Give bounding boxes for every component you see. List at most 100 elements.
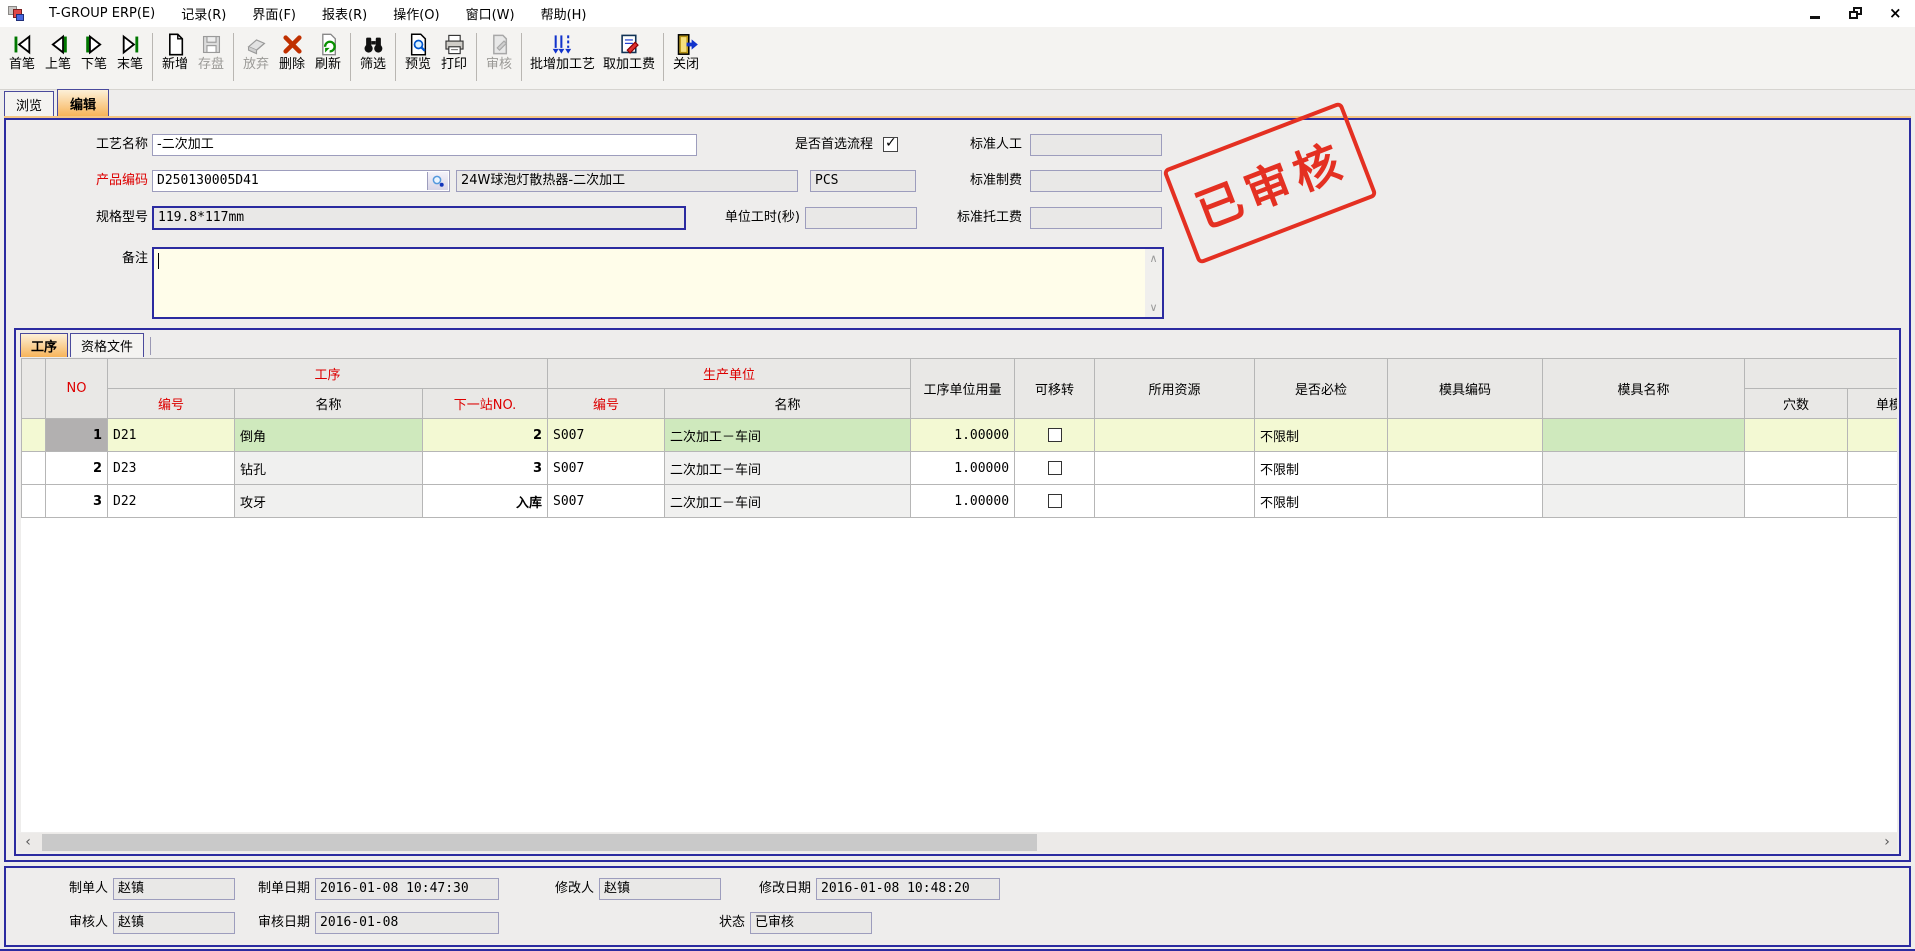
minimize-button[interactable] xyxy=(1809,7,1823,20)
scrollbar-thumb[interactable] xyxy=(42,834,1037,851)
horizontal-scrollbar[interactable]: ‹ › xyxy=(18,833,1897,852)
movable-checkbox[interactable] xyxy=(1048,494,1062,508)
scroll-down-icon[interactable]: ∨ xyxy=(1149,301,1157,314)
cell-process-code[interactable]: D21 xyxy=(108,419,235,452)
menu-tgroup-erp[interactable]: T-GROUP ERP(E) xyxy=(36,2,168,25)
cell-mold-name[interactable] xyxy=(1543,419,1745,452)
preferred-flow-checkbox[interactable] xyxy=(883,137,898,152)
menu-help[interactable]: 帮助(H) xyxy=(528,0,600,27)
new-button[interactable]: 新增 xyxy=(157,31,193,74)
cell-mold-name[interactable] xyxy=(1543,485,1745,518)
menu-interface[interactable]: 界面(F) xyxy=(239,0,309,27)
preview-icon xyxy=(406,32,431,57)
save-button[interactable]: 存盘 xyxy=(193,31,229,74)
tab-qualification-files[interactable]: 资格文件 xyxy=(70,333,144,357)
table-row[interactable]: 3 D22 攻牙 入库 S007 二次加工－车间 1.00000 不限制 xyxy=(22,485,1898,518)
cell-unit-code[interactable]: S007 xyxy=(548,419,665,452)
std-outsource-fee-field xyxy=(1030,207,1162,229)
preview-button[interactable]: 预览 xyxy=(400,31,436,74)
product-lookup-button[interactable] xyxy=(427,172,448,190)
close-window-button[interactable]: × xyxy=(1889,7,1903,20)
tab-edit[interactable]: 编辑 xyxy=(57,89,109,116)
tab-process[interactable]: 工序 xyxy=(20,333,68,357)
table-row[interactable]: 1 D21 倒角 2 S007 二次加工－车间 1.00000 不限制 xyxy=(22,419,1898,452)
product-name-field: 24W球泡灯散热器-二次加工 xyxy=(456,170,798,192)
spec-field: 119.8*117mm xyxy=(152,206,686,230)
cell-next-no[interactable]: 入库 xyxy=(423,485,548,518)
cell-must-inspect[interactable]: 不限制 xyxy=(1255,419,1388,452)
new-doc-icon xyxy=(163,32,188,57)
cell-mold-name[interactable] xyxy=(1543,452,1745,485)
cell-mold-time[interactable] xyxy=(1848,452,1897,485)
row-selector[interactable] xyxy=(22,485,46,518)
scroll-right-icon[interactable]: › xyxy=(1877,833,1897,852)
cell-mold-time[interactable] xyxy=(1848,419,1897,452)
cell-must-inspect[interactable]: 不限制 xyxy=(1255,452,1388,485)
first-record-button[interactable]: 首笔 xyxy=(4,31,40,74)
tab-browse[interactable]: 浏览 xyxy=(4,91,54,116)
cell-qty[interactable]: 1.00000 xyxy=(911,485,1015,518)
next-record-button[interactable]: 下笔 xyxy=(76,31,112,74)
get-processing-fee-button[interactable]: 取加工费 xyxy=(599,31,659,74)
prev-record-button[interactable]: 上笔 xyxy=(40,31,76,74)
movable-checkbox[interactable] xyxy=(1048,428,1062,442)
cell-resource[interactable] xyxy=(1095,419,1255,452)
cell-next-no[interactable]: 3 xyxy=(423,452,548,485)
filter-button[interactable]: 筛选 xyxy=(355,31,391,74)
cell-cavities[interactable] xyxy=(1745,452,1848,485)
audit-button[interactable]: 审核 xyxy=(481,31,517,74)
cell-movable[interactable] xyxy=(1015,419,1095,452)
remark-textarea[interactable]: ∧∨ xyxy=(152,247,1164,319)
cell-qty[interactable]: 1.00000 xyxy=(911,452,1015,485)
scroll-left-icon[interactable]: ‹ xyxy=(18,833,38,852)
cell-mold-time[interactable] xyxy=(1848,485,1897,518)
remark-scrollbar[interactable]: ∧∨ xyxy=(1145,249,1162,317)
menu-operation[interactable]: 操作(O) xyxy=(380,0,452,27)
cell-unit-name[interactable]: 二次加工－车间 xyxy=(665,452,911,485)
cell-next-no[interactable]: 2 xyxy=(423,419,548,452)
table-row[interactable]: 2 D23 钻孔 3 S007 二次加工－车间 1.00000 不限制 xyxy=(22,452,1898,485)
cell-unit-name[interactable]: 二次加工－车间 xyxy=(665,485,911,518)
refresh-button[interactable]: 刷新 xyxy=(310,31,346,74)
cell-unit-name[interactable]: 二次加工－车间 xyxy=(665,419,911,452)
cell-process-name[interactable]: 倒角 xyxy=(235,419,423,452)
last-record-button[interactable]: 末笔 xyxy=(112,31,148,74)
cell-unit-code[interactable]: S007 xyxy=(548,485,665,518)
cell-process-name[interactable]: 钻孔 xyxy=(235,452,423,485)
print-button[interactable]: 打印 xyxy=(436,31,472,74)
cell-no[interactable]: 2 xyxy=(46,452,108,485)
process-name-input[interactable]: -二次加工 xyxy=(152,134,697,156)
cell-movable[interactable] xyxy=(1015,485,1095,518)
restore-button[interactable] xyxy=(1849,7,1863,20)
cell-mold-code[interactable] xyxy=(1388,485,1543,518)
cell-mold-code[interactable] xyxy=(1388,419,1543,452)
menu-record[interactable]: 记录(R) xyxy=(168,0,239,27)
cell-must-inspect[interactable]: 不限制 xyxy=(1255,485,1388,518)
cell-cavities[interactable] xyxy=(1745,419,1848,452)
cell-qty[interactable]: 1.00000 xyxy=(911,419,1015,452)
delete-button[interactable]: 删除 xyxy=(274,31,310,74)
cell-movable[interactable] xyxy=(1015,452,1095,485)
cell-no[interactable]: 3 xyxy=(46,485,108,518)
cell-process-name[interactable]: 攻牙 xyxy=(235,485,423,518)
menu-bar: T-GROUP ERP(E) 记录(R) 界面(F) 报表(R) 操作(O) 窗… xyxy=(0,0,1915,27)
cell-resource[interactable] xyxy=(1095,485,1255,518)
batch-add-process-button[interactable]: 批增加工艺 xyxy=(526,31,599,74)
cell-cavities[interactable] xyxy=(1745,485,1848,518)
row-selector[interactable] xyxy=(22,452,46,485)
close-button[interactable]: 关闭 xyxy=(668,31,704,74)
cell-process-code[interactable]: D23 xyxy=(108,452,235,485)
row-selector[interactable] xyxy=(22,419,46,452)
cell-unit-code[interactable]: S007 xyxy=(548,452,665,485)
cell-resource[interactable] xyxy=(1095,452,1255,485)
scroll-up-icon[interactable]: ∧ xyxy=(1149,252,1157,265)
menu-window[interactable]: 窗口(W) xyxy=(453,0,528,27)
cell-mold-code[interactable] xyxy=(1388,452,1543,485)
cell-process-code[interactable]: D22 xyxy=(108,485,235,518)
col-cavities: 穴数 xyxy=(1745,389,1848,419)
menu-report[interactable]: 报表(R) xyxy=(309,0,380,27)
cell-no[interactable]: 1 xyxy=(46,419,108,452)
movable-checkbox[interactable] xyxy=(1048,461,1062,475)
abandon-button[interactable]: 放弃 xyxy=(238,31,274,74)
product-code-input[interactable]: D250130005D41 xyxy=(152,170,450,192)
